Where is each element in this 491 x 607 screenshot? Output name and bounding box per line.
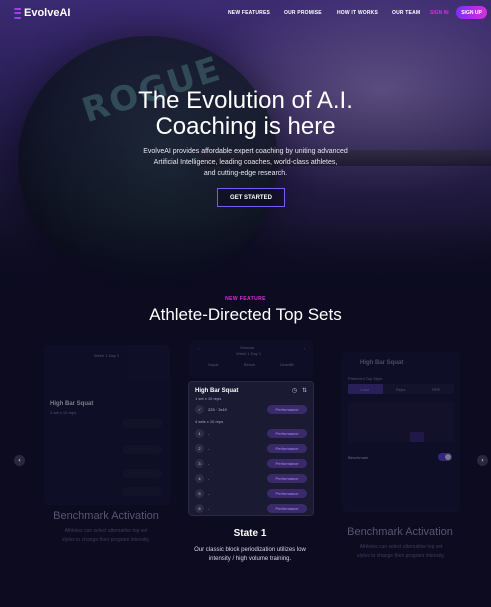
hero-subtitle-line-3: and cutting-edge research. [203, 170, 288, 177]
left-phone-card[interactable]: Week 1 Day 1 High Bar Squat 1 set x 10 r… [44, 345, 170, 505]
hero-title: The Evolution of A.I. Coaching is here [60, 88, 431, 140]
performance-button[interactable]: Performance [267, 443, 307, 453]
right-card-desc-line-2: styles to change their program intensity… [356, 553, 445, 559]
left-week-label: Week 1 Day 1 [94, 353, 120, 358]
left-pill-1 [122, 419, 162, 428]
performance-button[interactable]: Performance [267, 488, 307, 498]
set-number: 5 [195, 488, 204, 498]
right-card-desc: Athletes can select alternative top set … [331, 543, 471, 561]
hero-subtitle-line-2: Artificial Intelligence, leading coaches… [153, 159, 338, 166]
next-day-icon[interactable]: › [304, 346, 305, 351]
state-desc: Our classic block periodization utilizes… [180, 546, 320, 564]
set-row: 5 - Performance [195, 488, 307, 498]
performance-button[interactable]: Performance [267, 503, 307, 513]
carousel-next-button[interactable]: › [477, 455, 488, 466]
left-prescription: 1 set x 10 reps [50, 410, 77, 415]
sign-in-link[interactable]: SIGN IN [430, 10, 449, 16]
right-card-desc-line-1: Athletes can select alternative top set [359, 544, 443, 550]
set-row: 4 - Performance [195, 473, 307, 483]
set-dash: - [208, 490, 210, 496]
set-number: 6 [195, 503, 204, 513]
logo[interactable]: EvolveAI [14, 7, 70, 19]
check-icon: ✓ [195, 404, 204, 414]
center-card-header: ‹ Session Week 1 Day 1 › Squat Bench Dea… [190, 340, 313, 378]
state-desc-line-1: Our classic block periodization utilizes… [194, 547, 306, 553]
top-set-row: ✓ 225 · 3x10 Performance [195, 404, 307, 414]
hero-subtitle: EvolveAI provides affordable expert coac… [120, 146, 371, 179]
set-dash: - [208, 430, 210, 436]
hero-subtitle-line-1: EvolveAI provides affordable expert coac… [143, 148, 348, 155]
set-row: 3 - Performance [195, 458, 307, 468]
top-nav: EvolveAI NEW FEATURES OUR PROMISE HOW IT… [0, 0, 491, 28]
center-tab-bench[interactable]: Bench [244, 362, 255, 367]
left-card-desc-line-1: Athletes can select alternative top set [64, 528, 148, 534]
set-dash: - [208, 475, 210, 481]
right-phone-card[interactable]: High Bar Squat Preferred Top Style Load … [342, 352, 460, 512]
set-row: 1 - Performance [195, 428, 307, 438]
hero-fade [0, 220, 491, 300]
feature-eyebrow: NEW FEATURE [225, 296, 266, 302]
set-dash: - [208, 505, 210, 511]
left-pill-4 [122, 487, 162, 496]
logo-icon [14, 7, 21, 19]
center-prescription: 1 set x 10 reps [195, 396, 222, 401]
prev-day-icon[interactable]: ‹ [198, 346, 199, 351]
right-exercise-title: High Bar Squat [360, 360, 404, 366]
state-title: State 1 [233, 528, 267, 539]
set-number: 3 [195, 458, 204, 468]
performance-button[interactable]: Performance [267, 473, 307, 483]
info-icon[interactable]: ◷ [292, 387, 297, 394]
left-pill-3 [122, 469, 162, 478]
nav-link-our-team[interactable]: OUR TEAM [392, 10, 420, 16]
nav-link-new-features[interactable]: NEW FEATURES [228, 10, 270, 16]
center-week-label: Week 1 Day 1 [236, 351, 262, 356]
nav-link-our-promise[interactable]: OUR PROMISE [284, 10, 322, 16]
hero-title-line-1: The Evolution of A.I. [138, 87, 353, 114]
state-desc-line-2: intensity / high volume training. [208, 556, 292, 562]
right-input-cell[interactable] [410, 432, 424, 442]
center-exercise-title: High Bar Squat [195, 388, 239, 394]
right-option-rpe[interactable]: RPE [432, 387, 440, 392]
right-benchmark-label: Benchmark [348, 455, 369, 460]
top-set-value: 225 · 3x10 [208, 406, 227, 412]
set-number: 1 [195, 428, 204, 438]
center-tab-deadlift[interactable]: Deadlift [280, 362, 294, 367]
right-segment-control: Load Reps RPE [348, 384, 454, 394]
right-card-title: Benchmark Activation [347, 526, 453, 538]
swap-icon[interactable]: ⇅ [302, 387, 307, 394]
set-number: 4 [195, 473, 204, 483]
left-pill-2 [122, 445, 162, 454]
performance-button[interactable]: Performance [267, 428, 307, 438]
set-dash: - [208, 460, 210, 466]
performance-button[interactable]: Performance [267, 458, 307, 468]
get-started-button[interactable]: GET STARTED [217, 188, 285, 207]
set-number: 2 [195, 443, 204, 453]
right-option-load[interactable]: Load [360, 387, 369, 392]
logo-text: EvolveAI [24, 7, 71, 19]
left-exercise-title: High Bar Squat [50, 401, 94, 407]
left-card-desc-line-2: styles to change their program intensity… [61, 537, 150, 543]
nav-link-how-it-works[interactable]: HOW IT WORKS [337, 10, 378, 16]
feature-title: Athlete-Directed Top Sets [149, 305, 342, 324]
right-input-block [348, 402, 454, 442]
right-option-reps[interactable]: Reps [396, 387, 405, 392]
left-card-desc: Athletes can select alternative top set … [36, 527, 176, 545]
carousel-prev-button[interactable]: ‹ [14, 455, 25, 466]
left-card-title: Benchmark Activation [53, 510, 159, 522]
right-style-label: Preferred Top Style [348, 376, 383, 381]
center-phone-card[interactable]: High Bar Squat ◷ ⇅ 1 set x 10 reps ✓ 225… [188, 381, 314, 516]
top-set-performance-button[interactable]: Performance [267, 404, 307, 414]
center-tab-squat[interactable]: Squat [208, 362, 218, 367]
hero-title-line-2: Coaching is here [155, 113, 336, 140]
sign-up-button[interactable]: SIGN UP [456, 6, 487, 19]
set-row: 6 - Performance [195, 503, 307, 513]
set-row: 2 - Performance [195, 443, 307, 453]
backoff-label: 4 sets x 10 reps [195, 419, 224, 424]
set-dash: - [208, 445, 210, 451]
center-week-small: Session [240, 345, 255, 350]
benchmark-toggle[interactable] [438, 453, 452, 461]
